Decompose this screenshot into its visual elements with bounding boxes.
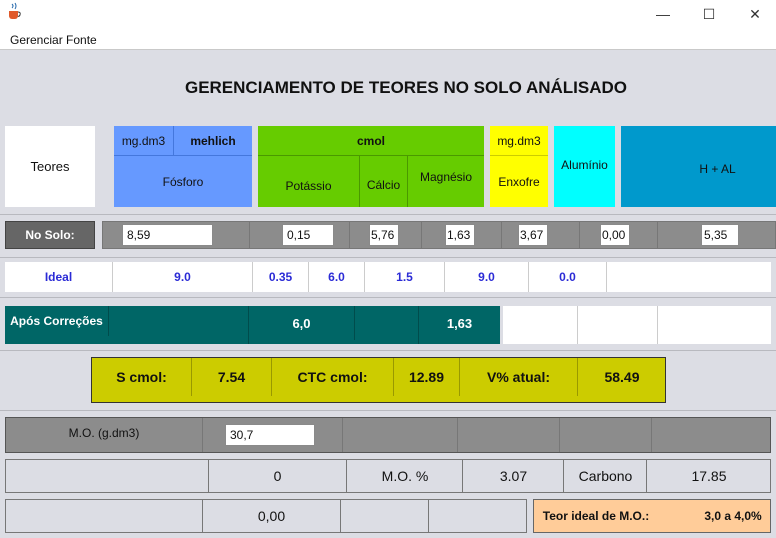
mo-row: M.O. (g.dm3) (5, 417, 771, 453)
magnesio-label: Magnésio (419, 170, 473, 184)
apos-magnesio: 1,63 (446, 315, 473, 331)
apos-blank-cells (503, 306, 771, 344)
enxofre-label: Enxofre (498, 174, 540, 189)
ideal-aluminio: 0.0 (529, 262, 607, 292)
ideal-row: Ideal 9.0 0.35 6.0 1.5 9.0 0.0 (5, 262, 771, 292)
carbono-value: 17.85 (691, 468, 727, 484)
divider (0, 350, 776, 351)
teor-ideal-box: Teor ideal de M.O.: 3,0 a 4,0% (533, 499, 771, 533)
aluminio-header: Alumínio (554, 126, 615, 207)
hal-header: H + AL (621, 126, 776, 207)
divider (0, 410, 776, 411)
enxofre-header: mg.dm3 Enxofre (490, 126, 548, 207)
mo-results-row: 0 M.O. % 3.07 Carbono 17.85 (5, 459, 771, 493)
v-atual-label: V% atual: (460, 358, 578, 396)
no-solo-magnesio-input[interactable]: 1,63 (445, 224, 475, 246)
cmol-label: cmol (258, 126, 484, 156)
no-solo-potassio-input[interactable]: 0,15 (282, 224, 334, 246)
row3-value: 0,00 (203, 500, 341, 532)
summary-panel: S cmol: 7.54 CTC cmol: 12.89 V% atual: 5… (91, 357, 666, 403)
potassio-label: Potássio (258, 156, 360, 207)
cmol-header: cmol Potássio Cálcio Magnésio (258, 126, 484, 207)
apos-calcio: 6,0 (249, 306, 355, 340)
close-button[interactable]: ✕ (732, 0, 776, 28)
mo-input[interactable]: 30,7 (225, 424, 315, 446)
enxofre-unit: mg.dm3 (490, 126, 548, 156)
ctc-cmol-label: CTC cmol: (272, 358, 394, 396)
menu-gerenciar-fonte[interactable]: Gerenciar Fonte (10, 33, 97, 47)
calcio-label: Cálcio (360, 156, 408, 207)
ideal-calcio: 6.0 (309, 262, 365, 292)
fosforo-method: mehlich (174, 126, 252, 156)
ideal-enxofre: 9.0 (445, 262, 529, 292)
mo-label: M.O. (g.dm3) (68, 426, 140, 440)
ideal-label: Ideal (5, 262, 113, 292)
page-title: GERENCIAMENTO DE TEORES NO SOLO ANÁLISAD… (184, 78, 628, 97)
no-solo-hal-input[interactable]: 5,35 (701, 224, 739, 246)
ctc-cmol-value: 12.89 (394, 358, 460, 396)
mo-pct-label: M.O. % (348, 460, 463, 492)
java-cup-icon (6, 2, 22, 20)
fosforo-label: Fósforo (162, 174, 204, 189)
divider (0, 214, 776, 215)
ideal-fosforo: 9.0 (113, 262, 253, 292)
fosforo-header: mg.dm3 mehlich Fósforo (114, 126, 252, 207)
ideal-potassio: 0.35 (253, 262, 309, 292)
no-solo-calcio-input[interactable]: 5,76 (369, 224, 399, 246)
carbono-label: Carbono (565, 460, 647, 492)
teor-ideal-value: 3,0 a 4,0% (704, 509, 762, 523)
window-titlebar: — ☐ ✕ (0, 0, 776, 30)
no-solo-label: No Solo: (5, 221, 95, 249)
maximize-button[interactable]: ☐ (686, 0, 732, 28)
mo-pct-value: 3.07 (464, 460, 564, 492)
divider (0, 297, 776, 298)
apos-row: Após Correções 6,0 1,63 (5, 306, 500, 344)
fosforo-unit: mg.dm3 (114, 126, 174, 156)
mo-zero-value: 0 (209, 460, 347, 492)
ideal-magnesio: 1.5 (365, 262, 445, 292)
header-teores: Teores (5, 126, 95, 207)
s-cmol-label: S cmol: (92, 358, 192, 396)
minimize-button[interactable]: — (640, 0, 686, 28)
no-solo-enxofre-input[interactable]: 3,67 (518, 224, 548, 246)
mo-extra-row: 0,00 (5, 499, 527, 533)
s-cmol-value: 7.54 (192, 358, 272, 396)
menu-bar: Gerenciar Fonte (0, 30, 776, 50)
teor-ideal-label: Teor ideal de M.O.: (542, 509, 650, 523)
v-atual-value: 58.49 (604, 369, 640, 385)
no-solo-fosforo-input[interactable]: 8,59 (122, 224, 213, 246)
divider (0, 257, 776, 258)
apos-label: Após Correções (5, 306, 109, 336)
no-solo-aluminio-input[interactable]: 0,00 (600, 224, 630, 246)
